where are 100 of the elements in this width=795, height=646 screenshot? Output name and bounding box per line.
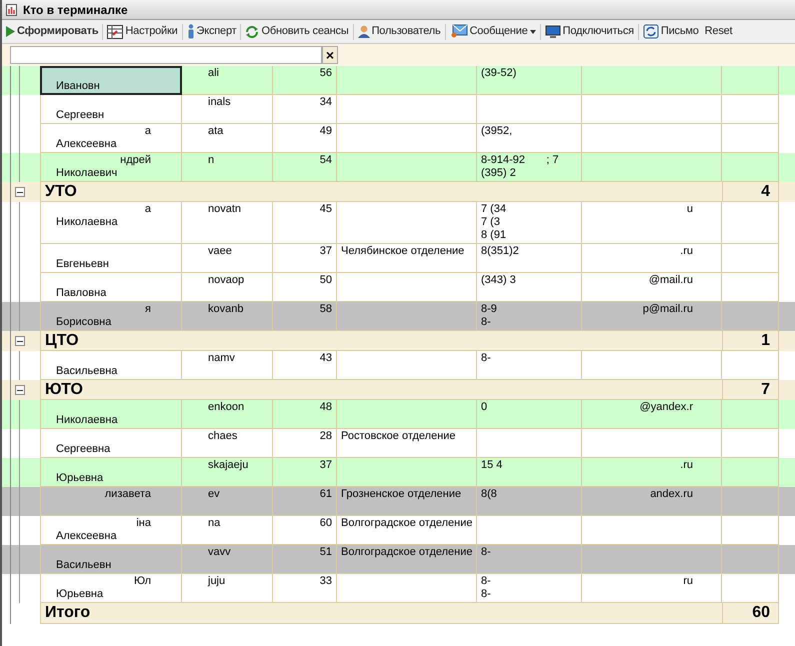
table-row[interactable]: Юрьевна skajaeju 37 15 4 .ru [2, 458, 795, 487]
toolbar-button[interactable]: Письмо [640, 23, 702, 40]
group-header[interactable]: ЦТО 1 [2, 331, 795, 351]
phone-text: 7 (34 [481, 203, 508, 216]
group-title: ЦТО [45, 332, 79, 349]
age-text: 50 [320, 274, 332, 286]
play-icon [5, 26, 15, 37]
table-row[interactable]: Васильевн vavv 51 Волгоградское отделение 8- [2, 545, 795, 574]
name-text: Юл [132, 575, 152, 588]
email-text: @mail.ru [648, 274, 693, 286]
toolbar-button[interactable]: Подключиться [542, 23, 637, 40]
name-text: Юрьевна [55, 472, 104, 485]
name-text: я [144, 303, 152, 316]
department-text: Грозненское отделение [341, 488, 462, 500]
age-text: 48 [320, 401, 332, 413]
login-text: enkoon [208, 401, 244, 413]
filter-field[interactable] [10, 46, 322, 64]
login-text: skajaeju [208, 459, 248, 471]
collapse-icon[interactable] [15, 336, 25, 346]
phone-text: (395) 2 [481, 167, 517, 180]
name-text: Николаевна [55, 414, 119, 427]
name-text: Николаевич [55, 167, 118, 180]
total-count: 60 [752, 604, 770, 621]
name-text: Борисовна [55, 316, 112, 329]
login-text: vaee [208, 245, 232, 257]
login-text: ali [208, 67, 220, 79]
phone-text: 8 (91 [481, 229, 508, 242]
table-row[interactable]: Ивановн ali 56 (39-52) [2, 66, 795, 95]
name-text: Евгеньевн [55, 258, 110, 271]
phone-text: 15 4 [481, 459, 504, 472]
collapse-icon[interactable] [15, 385, 25, 395]
phone-text: 8- [481, 352, 492, 365]
total-label: Итого [45, 604, 90, 621]
login-text: chaes [208, 430, 238, 442]
group-header[interactable]: ЮТО 7 [2, 380, 795, 400]
collapse-icon[interactable] [15, 187, 25, 197]
sync-icon [642, 24, 659, 39]
chart-icon [6, 4, 17, 16]
tree-line [19, 351, 20, 380]
email-text: andex.ru [650, 488, 693, 500]
toolbar-button[interactable]: Пользователь [354, 23, 444, 40]
department-text: Челябинское отделение [341, 245, 464, 257]
toolbar-button[interactable]: Сообщение [446, 23, 539, 40]
group-count: 7 [761, 381, 770, 398]
phone-text: 8-9 [481, 303, 498, 316]
login-text: vavv [208, 546, 231, 558]
email-text: p@mail.ru [642, 303, 693, 315]
age-text: 49 [320, 125, 332, 137]
login-text: ata [208, 125, 224, 137]
login-text: n [208, 154, 214, 166]
age-text: 61 [320, 488, 332, 500]
email-text: u [686, 203, 693, 215]
department-text: Волгоградское отделение [341, 546, 473, 558]
window-title: Кто в терминалке [23, 2, 128, 18]
group-header[interactable]: УТО 4 [2, 182, 795, 202]
login-text: juju [208, 575, 226, 587]
login-text: kovanb [208, 303, 244, 315]
name-text: лизавета [104, 488, 152, 501]
name-text: Васильевна [55, 365, 118, 378]
age-text: 45 [320, 203, 332, 215]
age-text: 37 [320, 245, 332, 257]
toolbar-button[interactable]: Reset [702, 23, 736, 40]
phone-text: 8(8 [481, 488, 498, 501]
envelope-icon [450, 24, 468, 39]
email-text: @yandex.r [640, 401, 693, 413]
login-text: inals [208, 96, 231, 108]
phone-text: 7 (3 [481, 216, 501, 229]
person-icon [186, 24, 195, 39]
age-text: 33 [320, 575, 332, 587]
toolbar-button[interactable]: Эксперт [184, 23, 240, 40]
phone-text: 8-914-92 ; 7 [481, 154, 560, 167]
phone-text: (3952, [481, 125, 514, 138]
group-count: 4 [761, 183, 770, 200]
group-count: 1 [761, 332, 770, 349]
name-text: Васильевн [55, 559, 112, 572]
table-row[interactable]: лизавета ev 61 Грозненское отделение 8(8 andex.ru [2, 487, 795, 516]
name-text: Алексеевна [55, 138, 118, 151]
department-text: Волгоградское отделение [341, 517, 473, 529]
user-icon [358, 25, 370, 38]
phone-text: 8(351)2 [481, 245, 520, 258]
table-row[interactable]: я Борисовна kovanb 58 8-9 8- p@mail.ru [2, 302, 795, 331]
name-text: Юрьевна [55, 588, 104, 601]
toolbar-button[interactable]: Сформировать [2, 23, 102, 40]
name-cell[interactable]: Ивановн [40, 66, 182, 95]
name-text: іна [135, 517, 152, 530]
department-text: Ростовское отделение [341, 430, 456, 442]
refresh-icon [245, 26, 260, 38]
table-row[interactable]: ндрей Николаевич n 54 8-914-92 ; 7 (395) 2 [2, 153, 795, 182]
name-text: а [144, 125, 152, 138]
phone-text: 8- [481, 588, 492, 601]
table-row[interactable]: Николаевна enkoon 48 0 @yandex.r [2, 400, 795, 429]
phone-text: 0 [481, 401, 488, 414]
clear-button[interactable]: × [322, 46, 338, 64]
name-text: Ивановн [55, 80, 101, 93]
email-text: ru [683, 575, 693, 587]
name-text: Николаевна [55, 216, 119, 229]
toolbar-button[interactable]: Обновить сеансы [242, 23, 352, 40]
toolbar-button[interactable]: Настройки [104, 23, 181, 40]
login-text: ev [208, 488, 220, 500]
caret-icon [530, 30, 536, 34]
